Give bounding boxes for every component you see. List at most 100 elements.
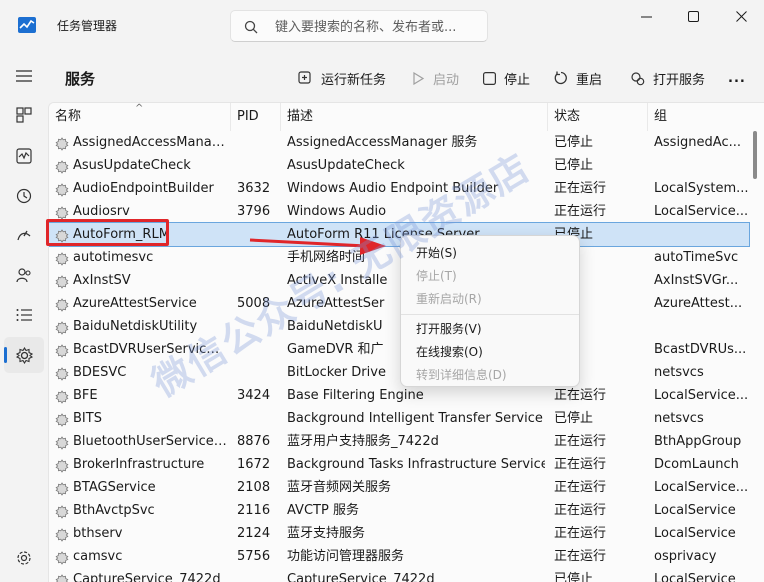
more-options-button[interactable]: ...: [728, 64, 746, 92]
table-row[interactable]: BFE 3424 Base Filtering Engine 正在运行 LocalSer…: [49, 384, 749, 407]
service-group: netsvcs: [654, 411, 704, 426]
search-input[interactable]: [275, 17, 480, 37]
menu-item-restart[interactable]: 重新启动(R): [405, 288, 577, 310]
service-name-cell: bthserv: [55, 522, 227, 545]
vertical-scrollbar[interactable]: [753, 131, 757, 179]
performance-icon[interactable]: [4, 138, 44, 174]
table-row[interactable]: BDESVC BitLocker Drive netsvcs: [49, 361, 749, 384]
start-button[interactable]: 启动: [412, 64, 459, 92]
service-group: LocalService: [654, 572, 736, 582]
menu-item-start[interactable]: 开始(S): [405, 242, 577, 264]
menu-item-stop[interactable]: 停止(T): [405, 265, 577, 287]
table-row[interactable]: camsvc 5756 功能访问管理器服务 正在运行 osprivacy: [49, 545, 749, 568]
column-header-status[interactable]: 状态: [548, 103, 648, 131]
table-row[interactable]: BluetoothUserService_... 8876 蓝牙用户支持服务_742…: [49, 430, 749, 453]
table-row[interactable]: BaiduNetdiskUtility BaiduNetdiskU: [49, 315, 749, 338]
service-description: AVCTP 服务: [287, 503, 359, 518]
service-name-cell: AssignedAccessManag...: [55, 131, 227, 154]
service-name: CaptureService_7422d: [73, 572, 221, 582]
service-description: 蓝牙音频网关服务: [287, 480, 392, 495]
service-group: AxInstSVGr...: [654, 273, 739, 288]
details-icon[interactable]: [4, 297, 44, 333]
table-row[interactable]: AsusUpdateCheck AsusUpdateCheck 已停止: [49, 154, 749, 177]
service-name: BcastDVRUserService_...: [73, 342, 227, 357]
service-gear-icon: [55, 389, 69, 404]
restart-button[interactable]: 重启: [554, 64, 602, 92]
minimize-button[interactable]: [623, 0, 669, 32]
service-pid: [237, 131, 283, 154]
service-description: AssignedAccessManager 服务: [287, 135, 478, 150]
services-icon[interactable]: [4, 337, 44, 373]
table-row[interactable]: autotimesvc 手机网络时间 autoTimeSvc: [49, 246, 749, 269]
context-menu: 开始(S) 停止(T) 重新启动(R) 打开服务(V) 在线搜索(O) 转到详细…: [400, 235, 580, 387]
command-bar: 服务 运行新任务 启动 停止 重启 打开服务 ...: [48, 52, 764, 102]
service-name: BFE: [73, 388, 98, 403]
service-group: LocalService: [654, 526, 736, 541]
table-row[interactable]: AxInstSV ActiveX Installe AxInstSVGr...: [49, 269, 749, 292]
service-name: autotimesvc: [73, 250, 154, 265]
start-label: 启动: [433, 72, 460, 88]
stop-icon: [483, 71, 496, 85]
service-name: BrokerInfrastructure: [73, 457, 205, 472]
hamburger-menu-icon[interactable]: [4, 58, 44, 94]
app-history-icon[interactable]: [4, 178, 44, 214]
service-gear-icon: [55, 136, 69, 151]
close-button[interactable]: [718, 0, 764, 32]
menu-item-go-to-details[interactable]: 转到详细信息(D): [405, 364, 577, 386]
service-status: 正在运行: [554, 434, 607, 449]
settings-icon[interactable]: [4, 540, 44, 576]
users-icon[interactable]: [4, 257, 44, 293]
table-row[interactable]: BthAvctpSvc 2116 AVCTP 服务 正在运行 LocalService: [49, 499, 749, 522]
service-name-cell: BluetoothUserService_...: [55, 430, 227, 453]
service-gear-icon: [55, 159, 69, 174]
service-pid: 5008: [237, 296, 271, 311]
table-row[interactable]: AssignedAccessManag... AssignedAccessMana…: [49, 131, 749, 154]
service-group: [654, 154, 749, 177]
search-box[interactable]: [230, 10, 488, 42]
startup-apps-icon[interactable]: [4, 218, 44, 254]
service-pid: [237, 154, 283, 177]
service-pid: 2116: [237, 503, 271, 518]
service-group: LocalService: [654, 503, 736, 518]
service-name-cell: AudioEndpointBuilder: [55, 177, 227, 200]
service-group: LocalService...: [654, 388, 749, 403]
table-row[interactable]: AzureAttestService 5008 AzureAttestSer Azur…: [49, 292, 749, 315]
service-gear-icon: [55, 343, 69, 358]
run-new-task-label: 运行新任务: [321, 72, 387, 88]
column-header-description[interactable]: 描述: [281, 103, 548, 131]
open-services-button[interactable]: 打开服务: [630, 64, 705, 92]
service-name: camsvc: [73, 549, 123, 564]
service-name: BaiduNetdiskUtility: [73, 319, 198, 334]
maximize-button[interactable]: [670, 0, 716, 32]
task-manager-app-icon: [18, 17, 36, 33]
table-row[interactable]: BITS Background Intelligent Transfer Serv…: [49, 407, 749, 430]
processes-icon[interactable]: [4, 97, 44, 133]
stop-button[interactable]: 停止: [483, 64, 530, 92]
service-name-cell: BFE: [55, 384, 227, 407]
menu-item-search-online[interactable]: 在线搜索(O): [405, 341, 577, 363]
service-pid: [237, 269, 283, 292]
service-status: 正在运行: [554, 503, 607, 518]
service-pid: 3424: [237, 388, 271, 403]
service-gear-icon: [55, 458, 69, 473]
service-group: autoTimeSvc: [654, 250, 739, 265]
run-new-task-button[interactable]: 运行新任务: [298, 64, 386, 92]
table-row[interactable]: BcastDVRUserService_... GameDVR 和广 BcastDV…: [49, 338, 749, 361]
column-header-group[interactable]: 组: [648, 103, 764, 131]
table-row[interactable]: BTAGService 2108 蓝牙音频网关服务 正在运行 LocalService.…: [49, 476, 749, 499]
column-header-pid[interactable]: PID: [231, 103, 281, 131]
service-pid: [237, 407, 283, 430]
restart-label: 重启: [576, 72, 603, 88]
table-row[interactable]: BrokerInfrastructure 1672 Background Tasks…: [49, 453, 749, 476]
service-group: DcomLaunch: [654, 457, 739, 472]
table-row[interactable]: CaptureService_7422d CaptureService_7422d…: [49, 568, 749, 582]
column-header-name[interactable]: 名称: [49, 103, 231, 131]
service-group: BcastDVRUs...: [654, 342, 747, 357]
service-name-cell: BITS: [55, 407, 227, 430]
service-gear-icon: [55, 205, 69, 220]
table-row[interactable]: AudioEndpointBuilder 3632 Windows Audio En…: [49, 177, 749, 200]
menu-item-open-services[interactable]: 打开服务(V): [405, 318, 577, 340]
service-name-cell: AsusUpdateCheck: [55, 154, 227, 177]
table-row[interactable]: bthserv 2124 蓝牙支持服务 正在运行 LocalService: [49, 522, 749, 545]
service-name: AsusUpdateCheck: [73, 158, 191, 173]
